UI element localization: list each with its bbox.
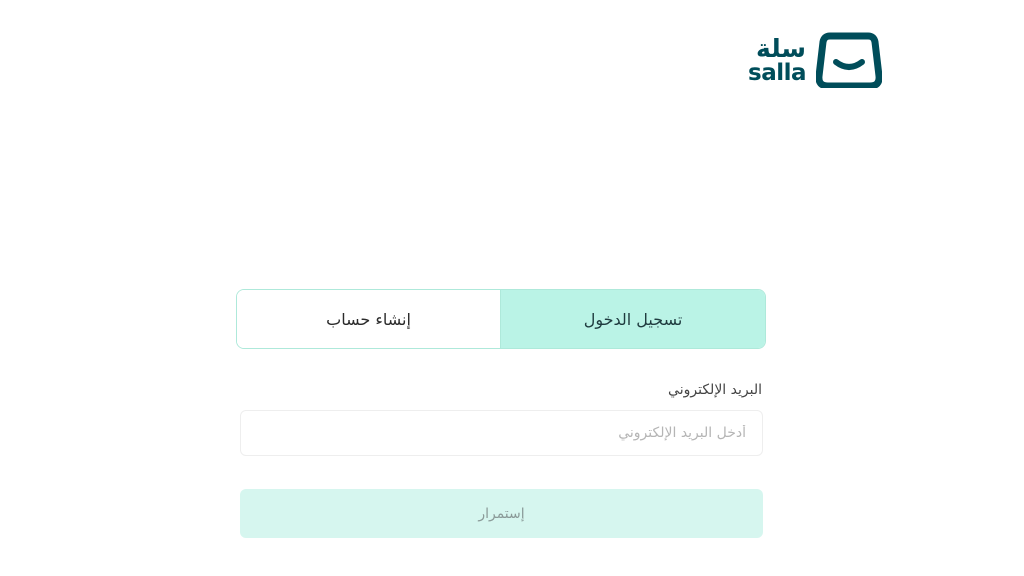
continue-button[interactable]: إستمرار xyxy=(240,489,763,538)
salla-logo[interactable]: سلة salla xyxy=(748,30,890,90)
logo-wordmark: سلة salla xyxy=(748,34,807,86)
salla-bag-icon xyxy=(816,32,882,88)
logo-text-english: salla xyxy=(748,60,807,86)
auth-tabs: إنشاء حساب تسجيل الدخول xyxy=(236,289,766,349)
tab-login[interactable]: تسجيل الدخول xyxy=(501,290,765,348)
email-label: البريد الإلكتروني xyxy=(668,382,762,398)
logo-text-arabic: سلة xyxy=(756,34,806,63)
tab-register[interactable]: إنشاء حساب xyxy=(237,290,501,348)
login-page: سلة salla إنشاء حساب تسجيل الدخول البريد… xyxy=(0,0,1024,576)
email-input[interactable] xyxy=(240,410,763,456)
tab-register-label: إنشاء حساب xyxy=(326,309,411,329)
tab-login-label: تسجيل الدخول xyxy=(583,309,683,329)
